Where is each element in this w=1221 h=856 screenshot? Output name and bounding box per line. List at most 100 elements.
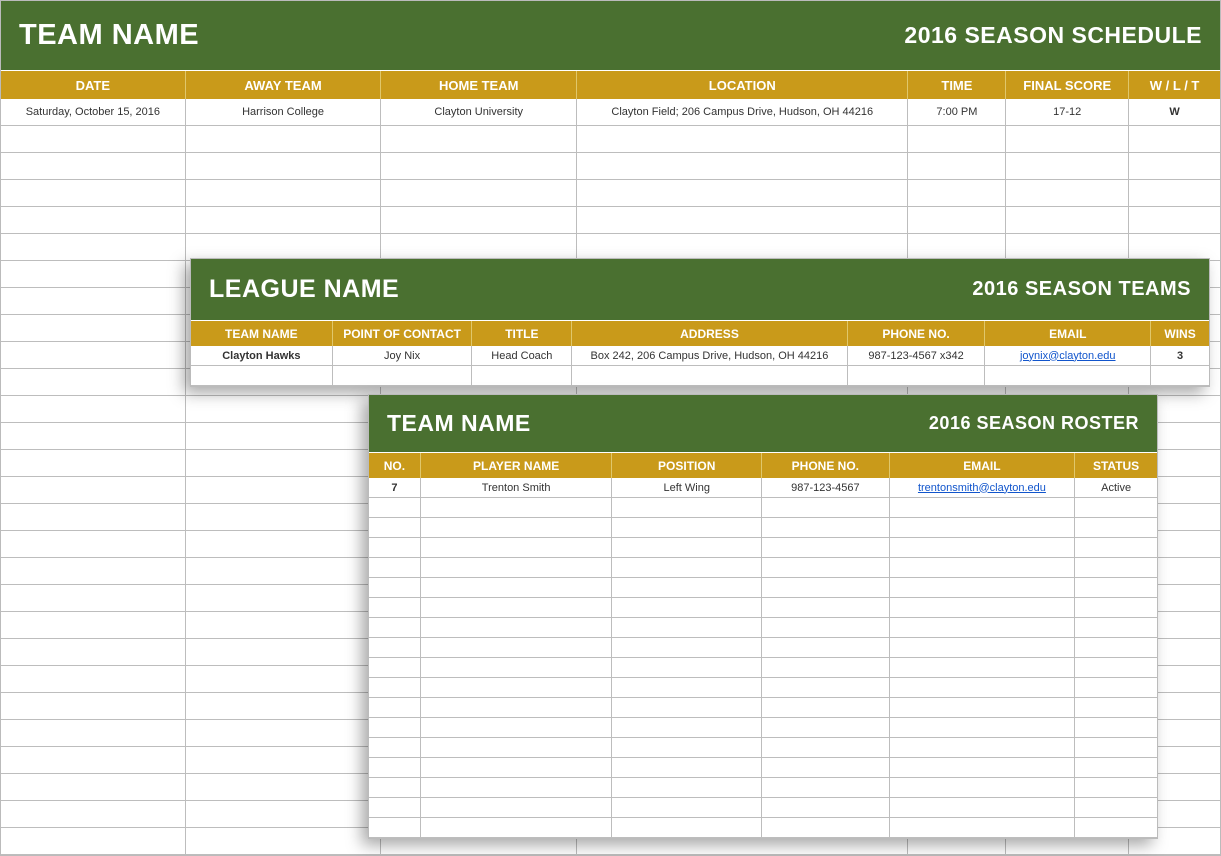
table-cell[interactable]: [1, 828, 186, 854]
table-cell[interactable]: [186, 477, 382, 503]
table-cell[interactable]: [890, 778, 1076, 797]
table-cell[interactable]: [421, 638, 613, 657]
table-cell[interactable]: [421, 518, 613, 537]
table-cell[interactable]: [1, 450, 186, 476]
table-cell[interactable]: [369, 578, 421, 597]
email-link[interactable]: joynix@clayton.edu: [1020, 350, 1116, 362]
table-cell[interactable]: [1, 693, 186, 719]
table-cell[interactable]: [1, 396, 186, 422]
table-cell[interactable]: [612, 698, 762, 717]
table-cell[interactable]: [762, 578, 890, 597]
table-cell[interactable]: [369, 818, 421, 837]
table-cell[interactable]: [186, 396, 382, 422]
table-cell[interactable]: [186, 612, 382, 638]
table-cell[interactable]: [191, 366, 333, 385]
table-cell[interactable]: [890, 598, 1076, 617]
table-cell[interactable]: [186, 828, 382, 854]
table-cell[interactable]: [1, 774, 186, 800]
table-cell[interactable]: [1, 801, 186, 827]
table-cell[interactable]: [1129, 153, 1220, 179]
table-cell[interactable]: [1, 612, 186, 638]
table-cell[interactable]: [1006, 126, 1129, 152]
table-cell[interactable]: 3: [1151, 346, 1209, 365]
table-cell[interactable]: [1075, 538, 1157, 557]
table-cell[interactable]: [369, 678, 421, 697]
table-cell[interactable]: [369, 638, 421, 657]
table-cell[interactable]: [369, 738, 421, 757]
table-cell[interactable]: [1, 666, 186, 692]
table-cell[interactable]: [612, 638, 762, 657]
table-cell[interactable]: [890, 718, 1076, 737]
table-cell[interactable]: [421, 558, 613, 577]
table-cell[interactable]: Active: [1075, 478, 1157, 497]
table-cell[interactable]: [1075, 658, 1157, 677]
table-cell[interactable]: joynix@clayton.edu: [985, 346, 1151, 365]
table-cell[interactable]: Saturday, October 15, 2016: [1, 99, 186, 125]
table-cell[interactable]: [577, 153, 908, 179]
table-cell[interactable]: [612, 718, 762, 737]
table-cell[interactable]: [1, 747, 186, 773]
table-cell[interactable]: [762, 638, 890, 657]
table-cell[interactable]: [1075, 698, 1157, 717]
table-cell[interactable]: 17-12: [1006, 99, 1129, 125]
table-cell[interactable]: [762, 518, 890, 537]
table-cell[interactable]: [421, 658, 613, 677]
table-cell[interactable]: [762, 798, 890, 817]
table-cell[interactable]: [186, 126, 382, 152]
table-cell[interactable]: [577, 234, 908, 260]
table-cell[interactable]: W: [1129, 99, 1220, 125]
table-cell[interactable]: [612, 818, 762, 837]
table-cell[interactable]: [612, 798, 762, 817]
table-cell[interactable]: [186, 180, 382, 206]
table-cell[interactable]: [421, 618, 613, 637]
table-cell[interactable]: [762, 818, 890, 837]
table-cell[interactable]: [369, 778, 421, 797]
table-cell[interactable]: [421, 778, 613, 797]
table-cell[interactable]: [577, 180, 908, 206]
table-cell[interactable]: 7:00 PM: [908, 99, 1006, 125]
table-cell[interactable]: [612, 618, 762, 637]
table-cell[interactable]: [1, 180, 186, 206]
table-cell[interactable]: [1006, 234, 1129, 260]
table-cell[interactable]: [1075, 598, 1157, 617]
table-cell[interactable]: [186, 585, 382, 611]
table-cell[interactable]: [890, 498, 1076, 517]
table-cell[interactable]: [1, 153, 186, 179]
table-cell[interactable]: [908, 153, 1006, 179]
table-cell[interactable]: [762, 698, 890, 717]
table-cell[interactable]: [472, 366, 572, 385]
table-cell[interactable]: [890, 638, 1076, 657]
table-cell[interactable]: [890, 758, 1076, 777]
table-cell[interactable]: [1, 558, 186, 584]
table-cell[interactable]: Trenton Smith: [421, 478, 613, 497]
table-cell[interactable]: [1075, 778, 1157, 797]
table-cell[interactable]: [612, 518, 762, 537]
table-cell[interactable]: [421, 598, 613, 617]
table-cell[interactable]: [612, 558, 762, 577]
table-cell[interactable]: [612, 538, 762, 557]
table-cell[interactable]: [762, 718, 890, 737]
table-cell[interactable]: [1006, 153, 1129, 179]
table-cell[interactable]: [612, 578, 762, 597]
table-cell[interactable]: [1129, 126, 1220, 152]
table-cell[interactable]: [421, 798, 613, 817]
table-cell[interactable]: [186, 666, 382, 692]
table-cell[interactable]: [1, 288, 186, 314]
table-cell[interactable]: [890, 558, 1076, 577]
table-cell[interactable]: [762, 498, 890, 517]
table-cell[interactable]: [421, 738, 613, 757]
table-cell[interactable]: [908, 234, 1006, 260]
table-cell[interactable]: [381, 180, 577, 206]
table-cell[interactable]: [421, 718, 613, 737]
table-cell[interactable]: [577, 207, 908, 233]
table-cell[interactable]: [890, 698, 1076, 717]
table-cell[interactable]: [908, 180, 1006, 206]
table-cell[interactable]: [1075, 558, 1157, 577]
table-cell[interactable]: [381, 126, 577, 152]
table-cell[interactable]: [1129, 180, 1220, 206]
table-cell[interactable]: [186, 531, 382, 557]
table-cell[interactable]: [1, 126, 186, 152]
table-cell[interactable]: [1075, 498, 1157, 517]
table-cell[interactable]: [186, 207, 382, 233]
table-cell[interactable]: [762, 618, 890, 637]
